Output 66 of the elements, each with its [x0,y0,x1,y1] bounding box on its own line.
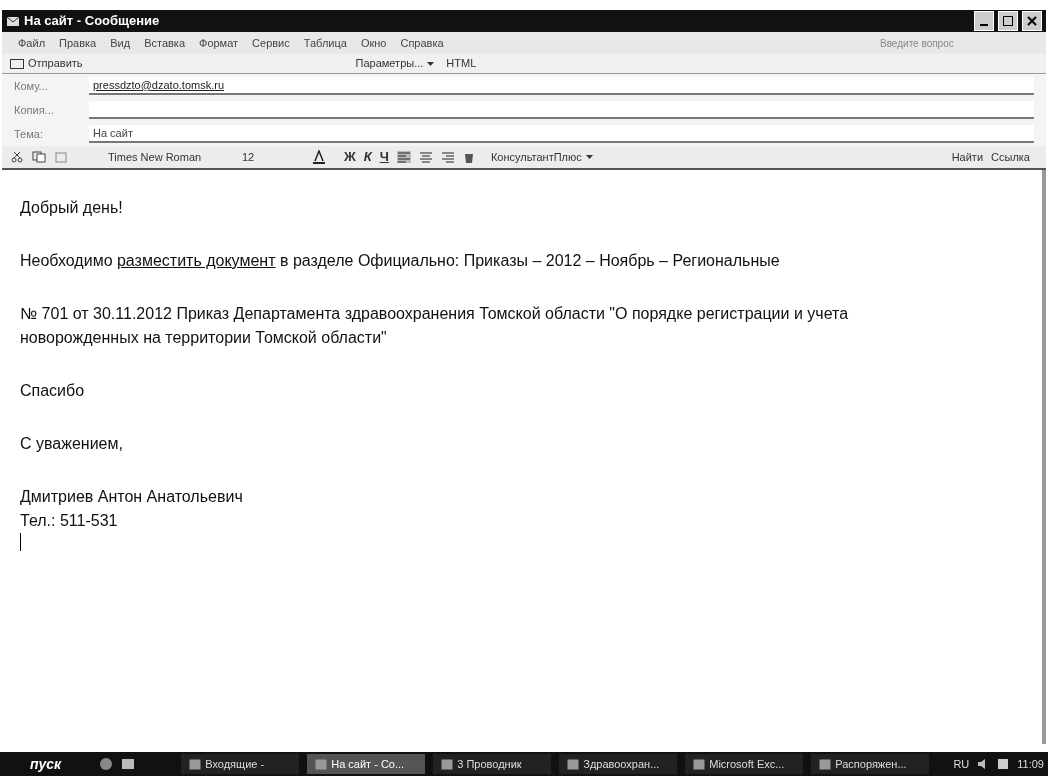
taskbar-button[interactable]: Входящие - [181,754,300,774]
input-field[interactable]: На сайт [89,125,1034,143]
align-center-icon[interactable] [418,151,433,163]
input-field[interactable] [89,101,1034,119]
menu-item[interactable]: Сервис [252,34,290,52]
paragraph: С уважением, [20,434,124,454]
scissors-icon[interactable] [10,151,24,163]
addin-button[interactable]: КонсультантПлюс [490,148,593,166]
link-button[interactable]: Ссылка [991,148,1030,166]
window-title: На сайт - Сообщение [24,12,161,31]
paragraph: № 701 от 30.11.2012 Приказ Департамента здравоохранения Томской области "О порядке регистрации и учета новорожденных на территории Томской области" [20,304,850,348]
format-dropdown[interactable]: HTML [446,55,537,72]
window-icon[interactable] [315,758,328,770]
taskbar-button[interactable]: 3 Проводник [433,754,552,774]
restore-icon [1003,16,1013,26]
align-left-icon[interactable] [396,151,411,163]
italic-button[interactable]: К [363,147,372,167]
copy-icon[interactable] [32,151,46,163]
taskbar-button[interactable]: На сайт - Со... [307,754,426,774]
input-field[interactable]: pressdzto@dzato.tomsk.ru [89,77,1034,95]
minimize-button[interactable] [974,11,994,31]
window-icon[interactable] [819,758,832,770]
font-dropdown[interactable]: Times New Roman [108,148,218,166]
address-button[interactable]: Кому... [14,77,89,95]
address-button[interactable]: Копия... [14,101,89,119]
menu-item[interactable]: Таблица [303,34,347,52]
menu-item[interactable]: Формат [199,34,239,52]
paragraph: Добрый день! [20,198,124,218]
close-icon [1027,16,1037,26]
window-icon[interactable] [441,758,454,770]
help-search-field[interactable]: Введите вопрос [880,35,1030,51]
taskbar-button[interactable]: Здравоохран... [559,754,678,774]
caret-icon[interactable] [427,61,435,66]
text-line: Тел.: 511-531 [20,511,119,531]
size-dropdown[interactable]: 12 [242,148,302,166]
menu-item[interactable]: Справка [400,34,444,52]
menu-item[interactable]: Окно [360,34,387,52]
window-icon[interactable] [567,758,580,770]
bold-button[interactable]: Ж [344,147,356,167]
field-label: Тема: [14,126,44,142]
close-button[interactable] [1022,11,1042,31]
menu-item[interactable]: Правка [59,34,97,52]
minimize-icon [980,24,988,26]
clock: 11:09 [1017,756,1045,772]
menu-item[interactable]: Файл [18,34,46,52]
find-button[interactable]: Найти [951,148,984,166]
options-button[interactable]: Параметры... [355,55,435,72]
font-color-icon[interactable] [310,150,328,164]
align-right-icon[interactable] [440,151,455,163]
underline-button[interactable]: Ч [379,147,389,167]
text-line: Дмитриев Антон Анатольевич [20,487,244,507]
restore-button[interactable] [998,11,1018,31]
taskbar-button[interactable]: Распоряжен... [811,754,930,774]
link[interactable]: разместить документ [116,252,276,269]
language-indicator[interactable]: RU [953,755,970,773]
menu-item[interactable]: Вид [110,34,131,52]
caret-icon[interactable] [585,155,593,159]
window-icon[interactable] [189,758,202,770]
send-button[interactable]: Отправить [10,55,83,72]
text-cursor [20,533,21,551]
taskbar-button[interactable]: Microsoft Exc... [685,754,804,774]
window-icon[interactable] [693,758,706,770]
menu-item[interactable]: Вставка [144,34,185,52]
paragraph: Необходимо разместить документ в разделе Официально: Приказы – 2012 – Ноябрь – Региональные [20,251,781,271]
start-button[interactable]: пуск [0,752,92,776]
paragraph: Спасибо [20,381,86,401]
